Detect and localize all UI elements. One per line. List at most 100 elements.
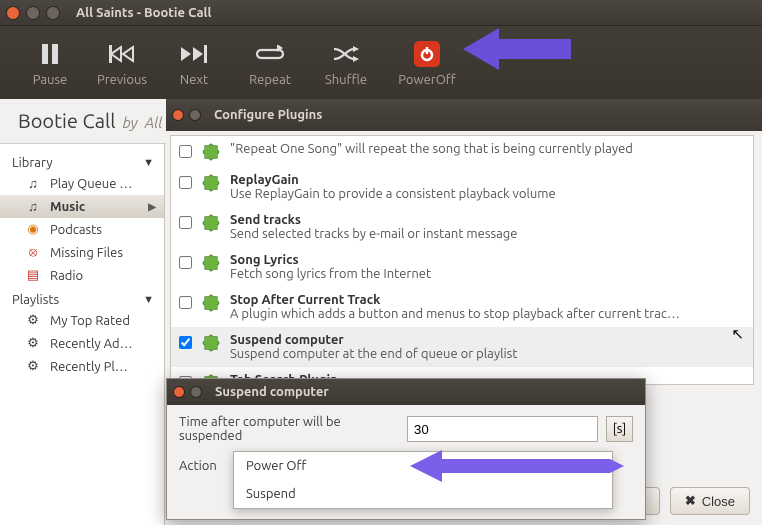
sidebar-item-podcasts[interactable]: ◉ Podcasts: [0, 218, 164, 241]
plugin-name: Suspend computer: [230, 333, 517, 347]
sidebar-item-toprated[interactable]: ⚙ My Top Rated: [0, 309, 164, 332]
cursor-icon: ↖: [731, 325, 744, 343]
plugin-desc: A plugin which adds a button and menus t…: [230, 307, 680, 321]
repeat-button[interactable]: Repeat: [230, 26, 310, 99]
playlists-header[interactable]: Playlists ▼: [0, 287, 164, 309]
poweroff-label: PowerOff: [398, 73, 455, 87]
plugin-checkbox[interactable]: [179, 145, 192, 158]
puzzle-icon: [202, 214, 220, 232]
action-option-poweroff[interactable]: Power Off: [234, 452, 612, 480]
repeat-label: Repeat: [249, 73, 291, 87]
sidebar-item-missing[interactable]: ⦻ Missing Files: [0, 241, 164, 264]
poweroff-button[interactable]: PowerOff: [382, 26, 472, 99]
library-header[interactable]: Library ▼: [0, 150, 164, 172]
sidebar-item-label: Play Queue …: [50, 177, 132, 191]
collapse-icon: ▼: [143, 294, 154, 306]
window-title: All Saints - Bootie Call: [76, 6, 211, 20]
suspend-dialog-titlebar: Suspend computer: [167, 379, 645, 405]
sidebar-item-label: My Top Rated: [50, 314, 130, 328]
next-button[interactable]: Next: [158, 26, 230, 99]
plugin-row[interactable]: Send tracksSend selected tracks by e-mai…: [171, 207, 753, 247]
repeat-icon: [255, 39, 285, 69]
by-word: by: [122, 114, 137, 131]
sidebar-item-label: Radio: [50, 269, 83, 283]
shuffle-button[interactable]: Shuffle: [310, 26, 382, 99]
sidebar-item-recentlyplayed[interactable]: ⚙ Recently Pl…: [0, 355, 164, 378]
music-note-icon: ♫: [24, 199, 42, 214]
time-field-row: Time after computer will be suspended [s…: [179, 415, 633, 443]
sidebar-item-label: Podcasts: [50, 223, 102, 237]
seconds-unit-button[interactable]: [s]: [606, 416, 633, 442]
player-toolbar: Pause Previous Next Repeat Shuffle Power…: [0, 26, 762, 99]
plugin-desc: Fetch song lyrics from the Internet: [230, 267, 431, 281]
close-button[interactable]: ✖ Close: [670, 487, 750, 515]
alert-icon: ⦻: [24, 245, 42, 260]
sidebar-item-label: Recently Pl…: [50, 360, 128, 374]
suspend-dialog-title: Suspend computer: [215, 385, 329, 399]
power-icon: [414, 39, 440, 69]
plugin-desc: "Repeat One Song" will repeat the song t…: [230, 142, 633, 156]
sidebar-item-radio[interactable]: ▤ Radio: [0, 264, 164, 287]
plugins-dialog-title: Configure Plugins: [214, 108, 322, 122]
window-close-icon[interactable]: [6, 6, 20, 20]
close-label: Close: [702, 494, 735, 509]
playlists-header-label: Playlists: [12, 293, 59, 307]
rss-icon: ◉: [24, 222, 42, 237]
skip-next-icon: [181, 39, 207, 69]
plugin-name: Stop After Current Track: [230, 293, 680, 307]
plugin-checkbox[interactable]: [179, 296, 192, 309]
dialog-close-icon[interactable]: [173, 386, 185, 398]
shuffle-icon: [333, 39, 359, 69]
plugin-row[interactable]: ReplayGainUse ReplayGain to provide a co…: [171, 167, 753, 207]
shuffle-label: Shuffle: [325, 73, 367, 87]
sidebar-item-recentlyadded[interactable]: ⚙ Recently Ad…: [0, 332, 164, 355]
pause-label: Pause: [33, 73, 68, 87]
next-label: Next: [180, 73, 208, 87]
plugin-checkbox[interactable]: [179, 336, 192, 349]
puzzle-icon: [202, 334, 220, 352]
plugin-desc: Use ReplayGain to provide a consistent p…: [230, 187, 556, 201]
gear-icon: ⚙: [24, 359, 42, 374]
dialog-min-icon[interactable]: [190, 386, 202, 398]
skip-previous-icon: [109, 39, 135, 69]
puzzle-icon: [202, 254, 220, 272]
plugin-name: Send tracks: [230, 213, 517, 227]
plugin-checkbox[interactable]: [179, 176, 192, 189]
plugin-row[interactable]: Stop After Current TrackA plugin which a…: [171, 287, 753, 327]
chevron-right-icon: ▶: [148, 201, 156, 213]
sidebar-item-music[interactable]: ♫ Music ▶: [0, 195, 164, 218]
plugin-row[interactable]: Song LyricsFetch song lyrics from the In…: [171, 247, 753, 287]
plugin-row[interactable]: "Repeat One Song" will repeat the song t…: [171, 136, 753, 167]
dialog-close-icon[interactable]: [172, 109, 184, 121]
plugin-desc: Send selected tracks by e-mail or instan…: [230, 227, 517, 241]
previous-label: Previous: [97, 73, 147, 87]
gear-icon: ⚙: [24, 313, 42, 328]
sidebar-item-label: Music: [50, 200, 85, 214]
puzzle-icon: [202, 143, 220, 161]
sidebar-item-playqueue[interactable]: ♫ Play Queue …: [0, 172, 164, 195]
window-min-icon[interactable]: [26, 6, 40, 20]
plugin-checkbox[interactable]: [179, 216, 192, 229]
plugin-desc: Suspend computer at the end of queue or …: [230, 347, 517, 361]
plugin-checkbox[interactable]: [179, 256, 192, 269]
music-note-icon: ♫: [24, 176, 42, 191]
track-title: Bootie Call: [18, 109, 115, 132]
time-label: Time after computer will be suspended: [179, 415, 399, 443]
action-label: Action: [179, 459, 217, 473]
pause-icon: [39, 39, 61, 69]
plugin-row-selected[interactable]: Suspend computerSuspend computer at the …: [171, 327, 753, 367]
action-option-suspend[interactable]: Suspend: [234, 480, 612, 508]
window-max-icon[interactable]: [46, 6, 60, 20]
previous-button[interactable]: Previous: [86, 26, 158, 99]
pause-button[interactable]: Pause: [14, 26, 86, 99]
action-dropdown-popup: Power Off Suspend: [233, 451, 613, 509]
plugin-name: ReplayGain: [230, 173, 556, 187]
dialog-min-icon[interactable]: [189, 109, 201, 121]
gear-icon: ⚙: [24, 336, 42, 351]
close-icon: ✖: [685, 493, 696, 509]
puzzle-icon: [202, 294, 220, 312]
sidebar-item-label: Recently Ad…: [50, 337, 133, 351]
puzzle-icon: [202, 174, 220, 192]
plugin-list[interactable]: "Repeat One Song" will repeat the song t…: [170, 135, 754, 385]
suspend-time-input[interactable]: [407, 416, 598, 442]
